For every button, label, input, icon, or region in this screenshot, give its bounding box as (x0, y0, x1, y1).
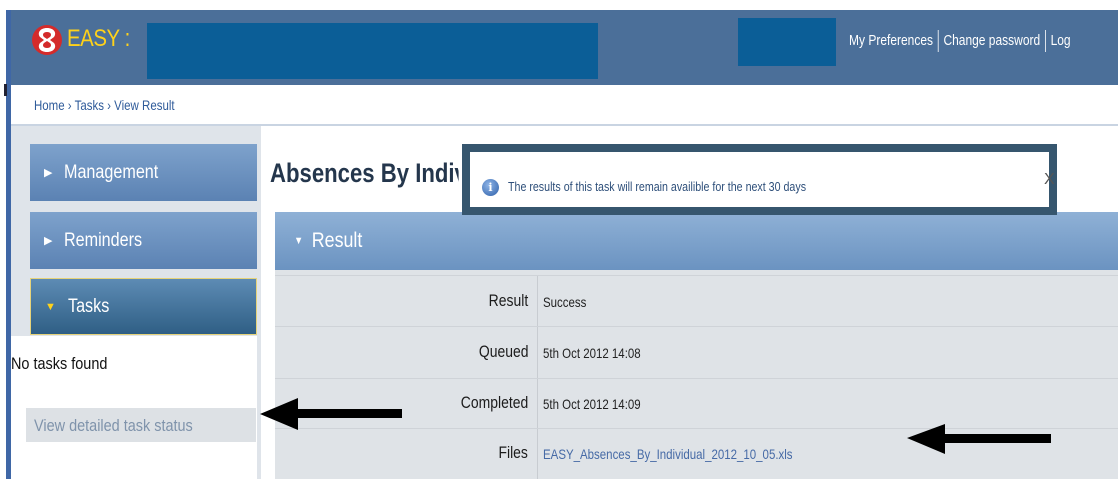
result-panel-header[interactable] (275, 212, 1118, 270)
change-password-link[interactable]: Change password (943, 32, 1040, 49)
file-download-link[interactable]: EASY_Absences_By_Individual_2012_10_05.x… (543, 446, 793, 462)
close-icon[interactable]: X (1044, 171, 1055, 189)
app-brand: EASY : (67, 25, 130, 52)
result-label: Result (488, 291, 528, 310)
result-header-label: Result (311, 229, 363, 252)
sidebar-item-tasks[interactable]: ▼ Tasks (30, 278, 257, 335)
my-preferences-link[interactable]: My Preferences (849, 32, 933, 49)
user-links: My Preferences Change password Log (849, 30, 1071, 52)
info-icon: i (482, 179, 499, 196)
sidebar-item-label: Reminders (64, 229, 143, 251)
info-notice: i The results of this task will remain a… (462, 144, 1057, 215)
column-divider (537, 275, 538, 479)
completed-value: 5th Oct 2012 14:09 (543, 396, 641, 412)
sidebar-item-label: Management (64, 161, 159, 183)
chevron-down-icon: ▼ (294, 235, 304, 248)
app-header: EASY : My Preferences Change password Log (11, 10, 1118, 85)
page-left-notch (4, 84, 7, 96)
view-detailed-task-status-link[interactable]: View detailed task status (34, 416, 193, 436)
result-value: Success (543, 294, 587, 310)
chevron-right-icon: ▶ (44, 167, 53, 179)
row-divider (275, 275, 1118, 276)
row-divider (275, 326, 1118, 327)
queued-label: Queued (478, 342, 528, 361)
sidebar-item-management[interactable]: ▶ Management (30, 144, 257, 201)
chevron-right-icon: ▶ (44, 235, 53, 247)
annotation-arrow-icon (907, 424, 1051, 454)
log-out-link[interactable]: Log (1051, 32, 1071, 49)
chevron-down-icon: ▼ (45, 300, 56, 313)
redacted-block (738, 18, 836, 66)
sidebar-item-reminders[interactable]: ▶ Reminders (30, 212, 257, 269)
page-title: Absences By Individual (270, 158, 459, 188)
row-divider (275, 378, 1118, 379)
breadcrumb[interactable]: Home › Tasks › View Result (34, 97, 175, 113)
queued-value: 5th Oct 2012 14:08 (543, 345, 641, 361)
easy-logo-icon (32, 25, 62, 55)
tasks-empty-message: No tasks found (11, 354, 108, 373)
redacted-block (147, 23, 598, 79)
info-notice-text: The results of this task will remain ava… (508, 179, 807, 194)
sidebar-item-label: Tasks (67, 295, 110, 317)
result-panel-title[interactable]: ▼ Result (294, 229, 362, 253)
files-label: Files (498, 443, 528, 462)
annotation-arrow-icon (260, 398, 402, 430)
info-notice-body: i The results of this task will remain a… (470, 152, 1055, 207)
